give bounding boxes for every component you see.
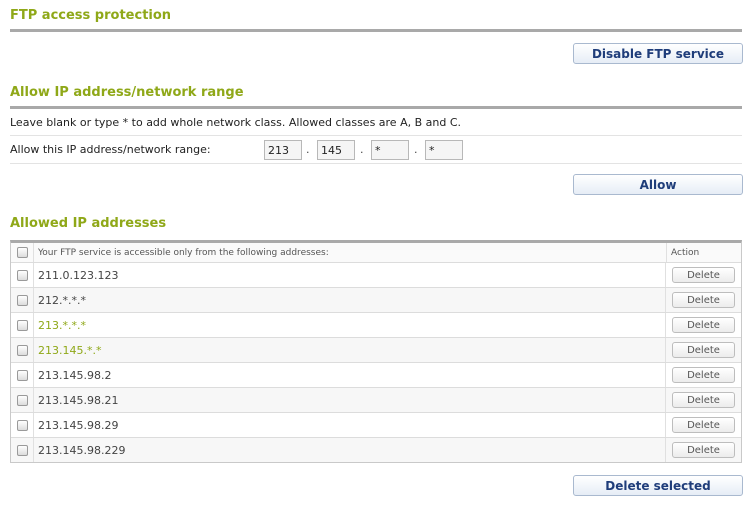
table-row: 213.145.98.229 Delete <box>11 437 741 462</box>
ftp-protection-title: FTP access protection <box>10 8 172 23</box>
table-row: 213.*.*.* Delete <box>11 312 741 337</box>
ip-octet-4-input[interactable] <box>425 140 463 160</box>
allowed-ips-title: Allowed IP addresses <box>10 216 167 231</box>
ip-address: 213.145.98.2 <box>33 363 665 387</box>
delete-button[interactable]: Delete <box>672 442 735 458</box>
divider <box>10 135 742 136</box>
allow-range-title: Allow IP address/network range <box>10 85 244 100</box>
help-text: Leave blank or type * to add whole netwo… <box>10 116 462 129</box>
table-row: 212.*.*.* Delete <box>11 287 741 312</box>
row-checkbox[interactable] <box>16 294 28 306</box>
octet-separator: . <box>414 143 418 156</box>
section-divider <box>10 29 742 32</box>
allow-button[interactable]: Allow <box>573 174 743 195</box>
ip-octet-3-input[interactable] <box>371 140 409 160</box>
table-header: Your FTP service is accessible only from… <box>11 243 741 262</box>
delete-button[interactable]: Delete <box>672 367 735 383</box>
delete-selected-button[interactable]: Delete selected <box>573 475 743 496</box>
row-checkbox[interactable] <box>16 269 28 281</box>
ip-address: 213.145.98.229 <box>33 438 665 462</box>
table-row: 211.0.123.123 Delete <box>11 262 741 287</box>
ip-octet-1-input[interactable] <box>264 140 302 160</box>
ip-address: 213.145.98.29 <box>33 413 665 437</box>
delete-button[interactable]: Delete <box>672 342 735 358</box>
allowed-ips-table: Your FTP service is accessible only from… <box>10 240 742 463</box>
ip-address: 213.*.*.* <box>33 313 665 337</box>
row-checkbox[interactable] <box>16 419 28 431</box>
delete-button[interactable]: Delete <box>672 317 735 333</box>
table-row: 213.145.98.21 Delete <box>11 387 741 412</box>
octet-separator: . <box>306 143 310 156</box>
row-checkbox[interactable] <box>16 394 28 406</box>
section-divider <box>10 106 742 109</box>
address-column-header: Your FTP service is accessible only from… <box>33 243 666 262</box>
octet-separator: . <box>360 143 364 156</box>
ip-address: 213.145.*.* <box>33 338 665 362</box>
delete-button[interactable]: Delete <box>672 267 735 283</box>
delete-button[interactable]: Delete <box>672 417 735 433</box>
ip-address: 213.145.98.21 <box>33 388 665 412</box>
delete-button[interactable]: Delete <box>672 392 735 408</box>
row-checkbox[interactable] <box>16 369 28 381</box>
select-all-checkbox[interactable] <box>16 247 28 258</box>
ip-address: 212.*.*.* <box>33 288 665 312</box>
delete-button[interactable]: Delete <box>672 292 735 308</box>
row-checkbox[interactable] <box>16 444 28 456</box>
ip-range-label: Allow this IP address/network range: <box>10 143 211 156</box>
ip-octet-2-input[interactable] <box>317 140 355 160</box>
disable-ftp-button[interactable]: Disable FTP service <box>573 43 743 64</box>
action-column-header: Action <box>666 243 741 262</box>
ip-address: 211.0.123.123 <box>33 263 665 287</box>
table-row: 213.145.98.2 Delete <box>11 362 741 387</box>
row-checkbox[interactable] <box>16 344 28 356</box>
row-checkbox[interactable] <box>16 319 28 331</box>
divider <box>10 163 742 164</box>
table-row: 213.145.98.29 Delete <box>11 412 741 437</box>
table-row: 213.145.*.* Delete <box>11 337 741 362</box>
